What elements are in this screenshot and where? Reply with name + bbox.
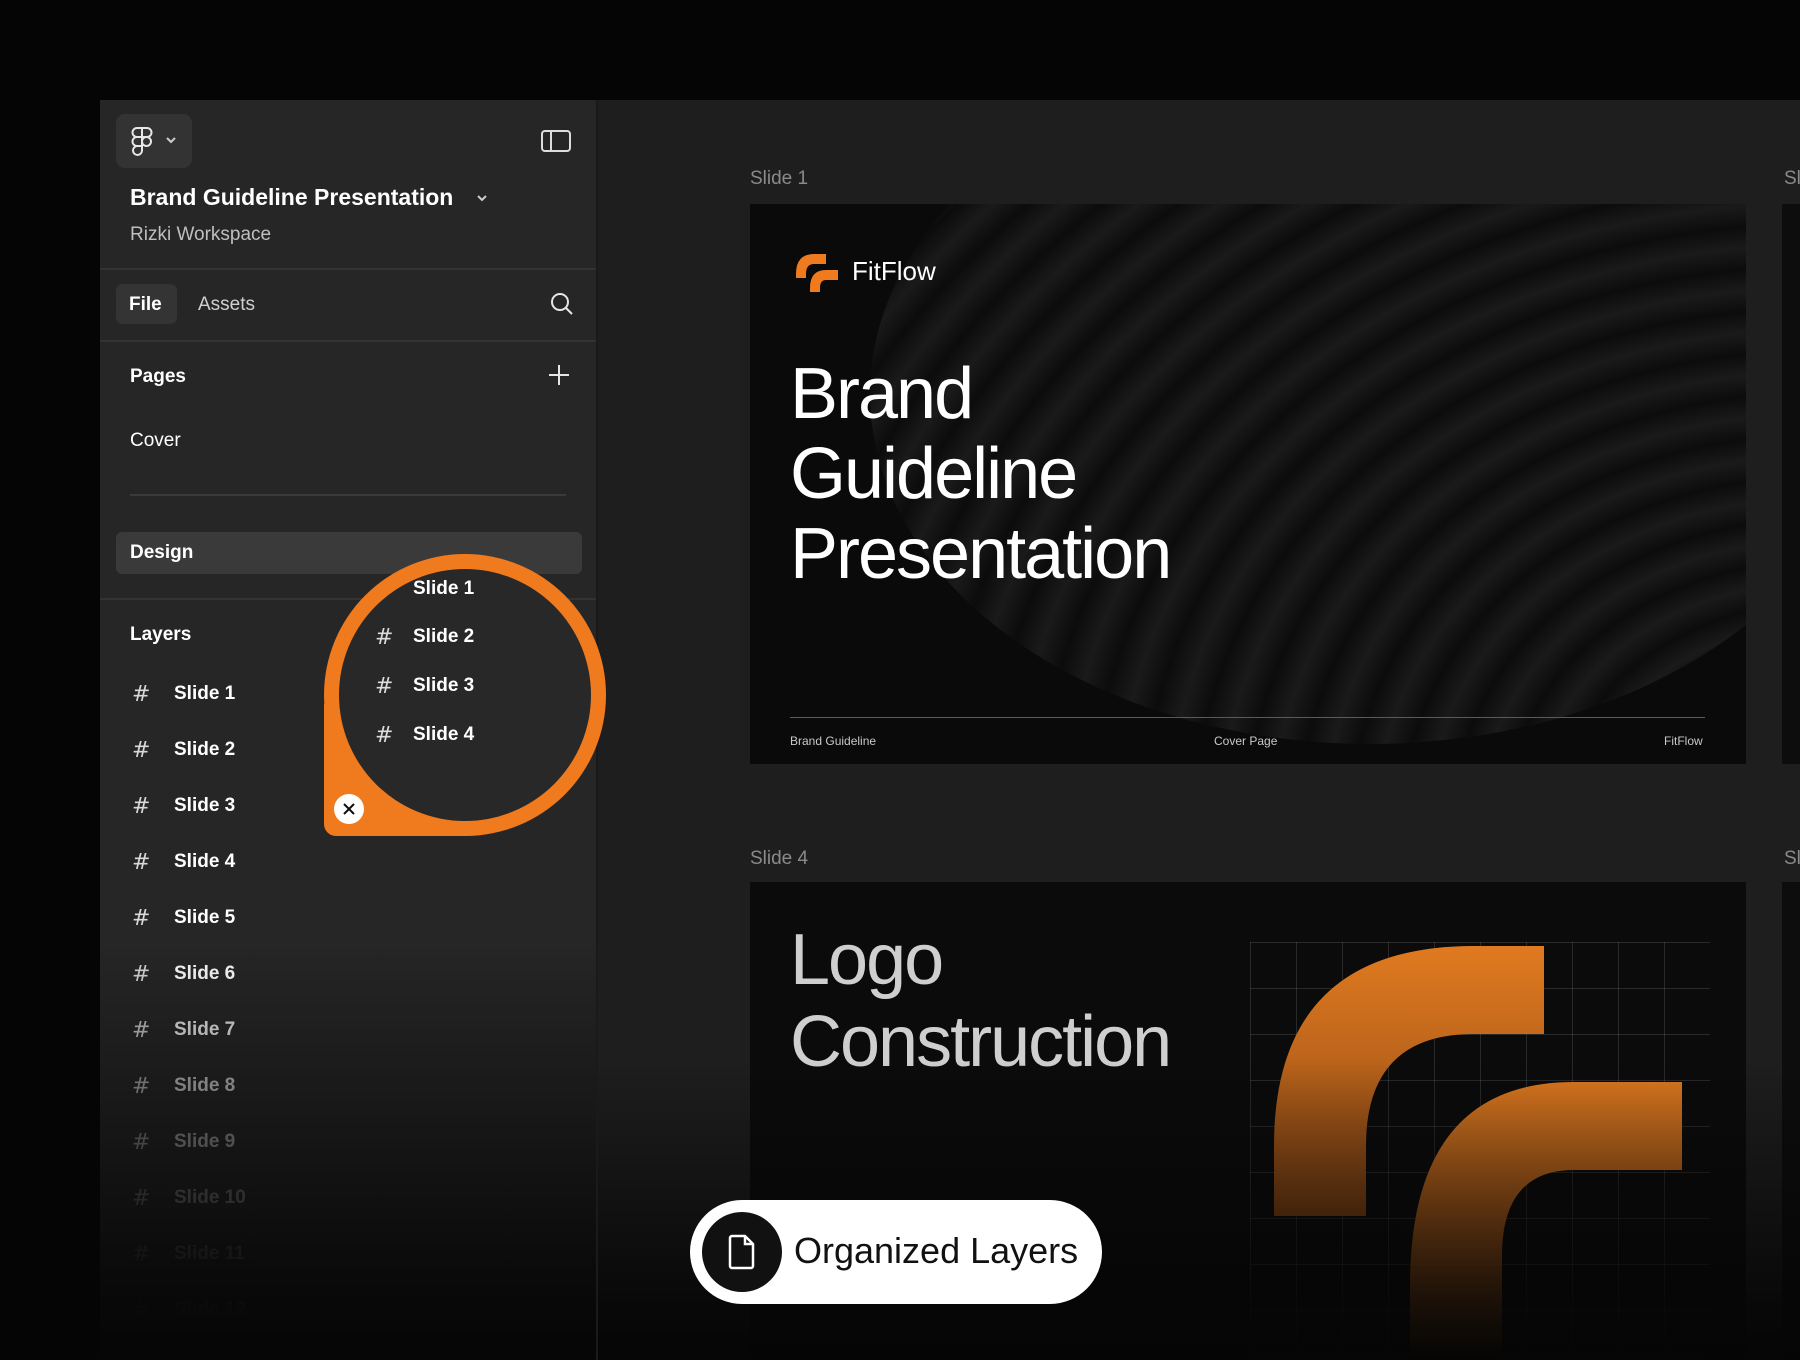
layer-item-label: Slide 8 xyxy=(174,1075,236,1096)
slide-1-footer-center: Cover Page xyxy=(1214,734,1278,748)
frame-icon: # xyxy=(132,1185,151,1211)
layer-item-slide-5[interactable]: # Slide 5 xyxy=(100,898,596,938)
slide-1-footer-left: Brand Guideline xyxy=(790,734,877,748)
layer-item-label: Slide 4 xyxy=(174,851,236,872)
tab-file[interactable]: File xyxy=(129,294,162,316)
frame-icon: # xyxy=(132,849,151,875)
slide-1-title-line-3: Presentation xyxy=(790,514,1172,594)
figma-logo-icon xyxy=(130,126,154,161)
frame-icon: # xyxy=(375,673,394,699)
layer-item-label: Slide 11 xyxy=(174,1243,245,1264)
slide-4-title-line-2: Construction xyxy=(790,1002,1172,1082)
callout-lens: # Slide 1 # Slide 2 # Slide 3 # Slide 4 xyxy=(339,569,591,821)
callout-layer-label: Slide 1 xyxy=(413,578,475,599)
divider xyxy=(100,340,596,342)
layer-item-label: Slide 12 xyxy=(174,1299,246,1320)
frame-icon: # xyxy=(132,1297,151,1323)
slide-4-frame-label[interactable]: Slide 4 xyxy=(750,848,808,870)
frame-icon: # xyxy=(132,793,151,819)
slide-5-frame-label-partial[interactable]: Sl xyxy=(1784,848,1800,870)
frame-icon: # xyxy=(132,905,151,931)
frame-icon: # xyxy=(132,1129,151,1155)
page-item-design-label: Design xyxy=(130,542,194,563)
fitflow-logo-icon xyxy=(792,248,840,301)
callout-layer-item[interactable]: # Slide 4 xyxy=(375,715,474,755)
layer-item-slide-9[interactable]: # Slide 9 xyxy=(100,1122,596,1162)
callout-layer-item[interactable]: # Slide 1 xyxy=(375,569,474,609)
callout-layer-label: Slide 2 xyxy=(413,626,475,647)
slide-1-frame[interactable]: FitFlow Brand Guideline Presentation Bra… xyxy=(750,204,1746,764)
layer-item-label: Slide 3 xyxy=(174,795,236,816)
layer-item-label: Slide 2 xyxy=(174,739,236,760)
frame-icon: # xyxy=(375,624,394,650)
workspace-name: Rizki Workspace xyxy=(130,224,272,245)
layer-item-slide-4[interactable]: # Slide 4 xyxy=(100,842,596,882)
slide-1-frame-label[interactable]: Slide 1 xyxy=(750,168,808,190)
layer-item-slide-11[interactable]: # Slide 11 xyxy=(100,1234,596,1274)
layer-item-label: Slide 7 xyxy=(174,1019,236,1040)
file-title[interactable]: Brand Guideline Presentation xyxy=(130,184,453,211)
page-separator xyxy=(130,494,566,496)
layer-item-label: Slide 1 xyxy=(174,683,236,704)
toggle-sidebar-icon[interactable] xyxy=(540,128,572,159)
slide-2-frame-partial[interactable] xyxy=(1782,204,1800,764)
layer-item-slide-7[interactable]: # Slide 7 xyxy=(100,1010,596,1050)
document-icon xyxy=(702,1212,782,1292)
frame-icon: # xyxy=(132,1241,151,1267)
layers-heading: Layers xyxy=(130,624,192,645)
canvas[interactable]: Slide 1 Sl FitFlow Brand Guideline Prese… xyxy=(598,100,1800,1360)
frame-icon: # xyxy=(132,961,151,987)
slide-1-title-line-2: Guideline xyxy=(790,434,1078,514)
layer-item-slide-12[interactable]: # Slide 12 xyxy=(100,1290,596,1330)
layer-item-slide-6[interactable]: # Slide 6 xyxy=(100,954,596,994)
chevron-down-icon xyxy=(164,130,178,155)
slide-1-brand-name: FitFlow xyxy=(852,256,936,286)
add-page-icon[interactable] xyxy=(546,362,572,393)
file-title-chevron-icon[interactable] xyxy=(474,186,490,213)
layer-item-label: Slide 10 xyxy=(174,1187,246,1208)
callout-layer-label: Slide 4 xyxy=(413,724,475,745)
callout-layer-item[interactable]: # Slide 3 xyxy=(375,666,474,706)
layers-magnifier-callout: # Slide 1 # Slide 2 # Slide 3 # Slide 4 xyxy=(324,554,606,836)
layer-item-slide-8[interactable]: # Slide 8 xyxy=(100,1066,596,1106)
divider xyxy=(100,268,596,270)
slide-1-title-line-1: Brand xyxy=(790,354,974,434)
layer-item-label: Slide 9 xyxy=(174,1131,236,1152)
layer-item-label: Slide 6 xyxy=(174,963,236,984)
frame-icon: # xyxy=(375,722,394,748)
pages-heading: Pages xyxy=(130,366,186,387)
organized-layers-badge: Organized Layers xyxy=(690,1200,1102,1304)
slide-1-footer-right: FitFlow xyxy=(1664,734,1703,748)
main-menu-button[interactable] xyxy=(116,114,192,168)
frame-icon: # xyxy=(132,737,151,763)
slide-1-footer-rule xyxy=(790,717,1705,718)
close-icon[interactable] xyxy=(334,794,364,824)
frame-icon: # xyxy=(132,681,151,707)
frame-icon: # xyxy=(375,576,394,602)
search-icon[interactable] xyxy=(548,290,576,323)
slide-2-frame-label-partial[interactable]: Sl xyxy=(1784,168,1800,190)
badge-label: Organized Layers xyxy=(794,1230,1079,1271)
slide-5-frame-partial[interactable] xyxy=(1782,882,1800,1360)
page-item-cover[interactable]: Cover xyxy=(130,430,181,452)
callout-layer-label: Slide 3 xyxy=(413,675,475,696)
tab-assets[interactable]: Assets xyxy=(198,294,255,316)
layer-item-slide-10[interactable]: # Slide 10 xyxy=(100,1178,596,1218)
fitflow-logo-construction-icon xyxy=(1274,946,1684,1360)
layer-item-label: Slide 5 xyxy=(174,907,236,928)
frame-icon: # xyxy=(132,1017,151,1043)
frame-icon: # xyxy=(132,1073,151,1099)
callout-layer-item[interactable]: # Slide 2 xyxy=(375,617,474,657)
slide-4-title-line-1: Logo xyxy=(790,920,944,1000)
